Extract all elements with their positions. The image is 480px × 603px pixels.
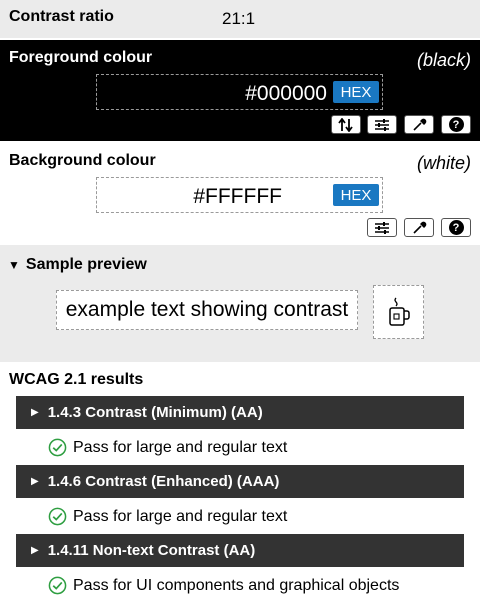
- triangle-right-icon: ▶: [31, 476, 39, 487]
- criterion-toggle-1-4-11[interactable]: ▶ 1.4.11 Non-text Contrast (AA): [16, 534, 464, 567]
- criterion-label: 1.4.3 Contrast (Minimum) (AA): [47, 404, 263, 421]
- criterion-label: 1.4.6 Contrast (Enhanced) (AAA): [47, 473, 280, 490]
- foreground-section: Foreground colour (black) #000000 HEX ?: [0, 40, 480, 141]
- swap-colours-button[interactable]: [331, 115, 361, 134]
- sample-preview-section: ▼ Sample preview example text showing co…: [0, 245, 480, 362]
- criterion-result: Pass for large and regular text: [48, 507, 287, 526]
- background-title: Background colour: [9, 152, 156, 169]
- foreground-hex-value[interactable]: #000000: [97, 82, 327, 106]
- sample-text: example text showing contrast: [65, 298, 349, 321]
- foreground-eyedropper-button[interactable]: [404, 115, 434, 134]
- wcag-results-title: WCAG 2.1 results: [9, 371, 144, 388]
- criterion-result-text: Pass for large and regular text: [73, 438, 288, 456]
- foreground-format-button[interactable]: HEX: [333, 81, 379, 103]
- criterion-label: 1.4.11 Non-text Contrast (AA): [47, 542, 256, 559]
- check-circle-icon: [48, 576, 67, 595]
- check-circle-icon: [48, 507, 67, 526]
- sample-preview-toggle[interactable]: ▼ Sample preview: [8, 256, 147, 274]
- background-section: Background colour (white) #FFFFFF HEX ?: [0, 141, 480, 245]
- foreground-help-button[interactable]: ?: [441, 115, 471, 134]
- check-circle-icon: [48, 438, 67, 457]
- coffee-cup-icon: [388, 297, 410, 326]
- sample-text-preview: example text showing contrast: [56, 290, 358, 330]
- background-hex-value[interactable]: #FFFFFF: [97, 185, 282, 209]
- sliders-icon: [375, 118, 389, 131]
- criterion-result: Pass for large and regular text: [48, 438, 287, 457]
- contrast-ratio-bar: Contrast ratio 21:1: [0, 0, 480, 38]
- eyedropper-icon: [413, 221, 427, 234]
- criterion-toggle-1-4-6[interactable]: ▶ 1.4.6 Contrast (Enhanced) (AAA): [16, 465, 464, 498]
- foreground-adjust-button[interactable]: [367, 115, 397, 134]
- sliders-icon: [375, 221, 389, 234]
- contrast-ratio-value: 21:1: [222, 9, 256, 28]
- criterion-result-text: Pass for UI components and graphical obj…: [73, 576, 400, 594]
- triangle-right-icon: ▶: [31, 545, 39, 556]
- foreground-hex-field[interactable]: #000000 HEX: [96, 74, 383, 110]
- background-hex-field[interactable]: #FFFFFF HEX: [96, 177, 383, 213]
- sample-preview-title: Sample preview: [25, 256, 147, 273]
- eyedropper-icon: [413, 118, 427, 131]
- help-icon: ?: [448, 220, 464, 235]
- triangle-down-icon: ▼: [8, 258, 20, 272]
- swap-icon: [338, 117, 353, 132]
- help-icon: ?: [448, 117, 464, 132]
- criterion-toggle-1-4-3[interactable]: ▶ 1.4.3 Contrast (Minimum) (AA): [16, 396, 464, 429]
- background-colour-name: (white): [416, 153, 471, 173]
- sample-icon-preview: [373, 285, 424, 339]
- foreground-colour-name: (black): [416, 50, 471, 70]
- contrast-ratio-label: Contrast ratio: [9, 8, 114, 25]
- background-adjust-button[interactable]: [367, 218, 397, 237]
- background-help-button[interactable]: ?: [441, 218, 471, 237]
- foreground-title: Foreground colour: [9, 49, 153, 66]
- background-eyedropper-button[interactable]: [404, 218, 434, 237]
- background-format-button[interactable]: HEX: [333, 184, 379, 206]
- criterion-result-text: Pass for large and regular text: [73, 507, 288, 525]
- criterion-result: Pass for UI components and graphical obj…: [48, 576, 399, 595]
- triangle-right-icon: ▶: [31, 407, 39, 418]
